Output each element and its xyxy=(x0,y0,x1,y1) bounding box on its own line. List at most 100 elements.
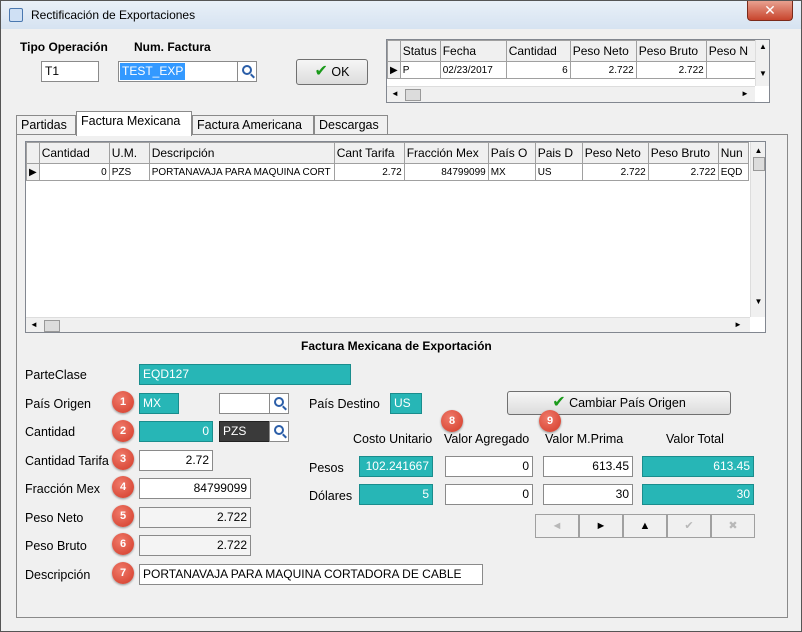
dolares-valor-mprima[interactable]: 30 xyxy=(543,484,633,505)
tab-partidas[interactable]: Partidas xyxy=(16,115,76,135)
tipo-operacion-input[interactable]: T1 xyxy=(41,61,99,82)
cantidad-tarifa-input[interactable]: 2.72 xyxy=(139,450,213,471)
scroll-thumb[interactable] xyxy=(405,89,421,101)
num-factura-search-button[interactable] xyxy=(237,61,257,82)
pais-d-cell[interactable]: US xyxy=(534,163,583,181)
descripcion-cell[interactable]: PORTANAVAJA PARA MAQUINA CORT xyxy=(148,163,335,181)
badge-2: 2 xyxy=(112,420,134,442)
peso-bruto-input[interactable]: 2.722 xyxy=(139,535,251,556)
nav-first-button[interactable]: ◄ xyxy=(535,514,579,538)
dolares-costo-unitario[interactable]: 5 xyxy=(359,484,433,505)
items-col-descripcion[interactable]: Descripción xyxy=(148,142,335,164)
nav-cancel-button[interactable]: ✖ xyxy=(711,514,755,538)
search-icon xyxy=(274,397,284,407)
row-indicator-header xyxy=(26,142,40,164)
pais-origen-search-button[interactable] xyxy=(269,393,289,414)
scroll-left-icon[interactable]: ◄ xyxy=(391,89,399,98)
items-vscroll[interactable]: ▲ ▼ xyxy=(750,142,765,317)
descripcion-input[interactable]: PORTANAVAJA PARA MAQUINA CORTADORA DE CA… xyxy=(139,564,483,585)
cantidad-tarifa-label: Cantidad Tarifa xyxy=(25,454,109,468)
app-window: Rectificación de Exportaciones ✕ Tipo Op… xyxy=(0,0,802,632)
items-col-cantidad[interactable]: Cantidad xyxy=(38,142,110,164)
items-col-cant-tarifa[interactable]: Cant Tarifa xyxy=(333,142,405,164)
items-hscroll[interactable]: ◄ ► xyxy=(26,317,750,332)
status-hscroll[interactable]: ◄ ► xyxy=(387,86,755,102)
items-col-peso-neto[interactable]: Peso Neto xyxy=(581,142,649,164)
row-pointer-icon: ▶ xyxy=(26,163,40,181)
items-col-pais-d[interactable]: Pais D xyxy=(534,142,583,164)
cantidad-input[interactable]: 0 xyxy=(139,421,213,442)
pesos-costo-unitario[interactable]: 102.241667 xyxy=(359,456,433,477)
dolares-valor-agregado[interactable]: 0 xyxy=(445,484,533,505)
scroll-up-icon[interactable]: ▲ xyxy=(751,146,765,155)
peso-bruto-label: Peso Bruto xyxy=(25,539,87,553)
row-indicator-header xyxy=(387,40,401,62)
num-cell[interactable]: EQD xyxy=(717,163,749,181)
status-col-cantidad[interactable]: Cantidad xyxy=(505,40,571,62)
status-vscroll[interactable]: ▲ ▼ xyxy=(755,40,769,86)
tab-factura-mexicana[interactable]: Factura Mexicana xyxy=(76,111,192,136)
scroll-thumb[interactable] xyxy=(752,157,765,171)
scroll-right-icon[interactable]: ► xyxy=(741,89,749,98)
pesos-valor-mprima[interactable]: 613.45 xyxy=(543,456,633,477)
ok-button[interactable]: ✔ OK xyxy=(296,59,368,85)
status-col-peso-bruto[interactable]: Peso Bruto xyxy=(635,40,707,62)
nav-confirm-button[interactable]: ✔ xyxy=(667,514,711,538)
app-icon xyxy=(9,8,23,22)
items-col-peso-bruto[interactable]: Peso Bruto xyxy=(647,142,719,164)
badge-6: 6 xyxy=(112,533,134,555)
pais-destino-input[interactable]: US xyxy=(390,393,422,414)
items-grid[interactable]: Cantidad U.M. Descripción Cant Tarifa Fr… xyxy=(25,141,766,333)
pais-origen-search-input[interactable] xyxy=(219,393,271,414)
parteclase-label: ParteClase xyxy=(25,368,87,382)
items-col-pais-o[interactable]: País O xyxy=(487,142,536,164)
nav-next-button[interactable]: ► xyxy=(579,514,623,538)
scroll-left-icon[interactable]: ◄ xyxy=(30,320,38,329)
pais-o-cell[interactable]: MX xyxy=(487,163,536,181)
nav-up-button[interactable]: ▲ xyxy=(623,514,667,538)
um-search-button[interactable] xyxy=(269,421,289,442)
items-row[interactable]: ▶ 0 PZS PORTANAVAJA PARA MAQUINA CORT 2.… xyxy=(26,163,749,181)
peso-bruto-cell[interactable]: 2.722 xyxy=(635,61,707,79)
peso-neto-input[interactable]: 2.722 xyxy=(139,507,251,528)
cambiar-pais-origen-button[interactable]: ✔ Cambiar País Origen xyxy=(507,391,731,415)
items-col-num[interactable]: Nun xyxy=(717,142,749,164)
pesos-valor-total[interactable]: 613.45 xyxy=(642,456,754,477)
tab-descargas[interactable]: Descargas xyxy=(314,115,388,135)
cant-tarifa-cell[interactable]: 2.72 xyxy=(333,163,405,181)
status-col-peso-neto[interactable]: Peso Neto xyxy=(569,40,637,62)
tab-factura-americana[interactable]: Factura Americana xyxy=(192,115,314,135)
first-icon: ◄ xyxy=(551,520,563,532)
num-factura-input[interactable]: TEST_EXP xyxy=(118,61,238,82)
scroll-down-icon[interactable]: ▼ xyxy=(756,69,769,78)
um-cell[interactable]: PZS xyxy=(108,163,150,181)
fraccion-mex-input[interactable]: 84799099 xyxy=(139,478,251,499)
parteclase-input[interactable]: EQD127 xyxy=(139,364,351,385)
cantidad-cell[interactable]: 6 xyxy=(505,61,571,79)
status-col-fecha[interactable]: Fecha xyxy=(439,40,507,62)
scroll-right-icon[interactable]: ► xyxy=(734,320,742,329)
um-input[interactable]: PZS xyxy=(219,421,271,442)
badge-7: 7 xyxy=(112,562,134,584)
cantidad-cell[interactable]: 0 xyxy=(38,163,110,181)
pesos-valor-agregado[interactable]: 0 xyxy=(445,456,533,477)
status-cell[interactable]: P xyxy=(399,61,441,79)
peso-neto-cell[interactable]: 2.722 xyxy=(569,61,637,79)
scroll-thumb[interactable] xyxy=(44,320,60,332)
dolares-valor-total[interactable]: 30 xyxy=(642,484,754,505)
items-col-um[interactable]: U.M. xyxy=(108,142,150,164)
pais-origen-input[interactable]: MX xyxy=(139,393,179,414)
cantidad-label: Cantidad xyxy=(25,425,76,439)
status-row[interactable]: ▶ P 02/23/2017 6 2.722 2.722 xyxy=(387,61,767,79)
peso-neto-cell[interactable]: 2.722 xyxy=(581,163,649,181)
search-icon xyxy=(274,425,284,435)
fecha-cell[interactable]: 02/23/2017 xyxy=(439,61,507,79)
fraccion-mex-cell[interactable]: 84799099 xyxy=(403,163,489,181)
scroll-down-icon[interactable]: ▼ xyxy=(751,297,765,306)
close-button[interactable]: ✕ xyxy=(747,1,793,21)
items-col-fraccion-mex[interactable]: Fracción Mex xyxy=(403,142,489,164)
status-col-status[interactable]: Status xyxy=(399,40,441,62)
scroll-up-icon[interactable]: ▲ xyxy=(756,42,769,51)
peso-bruto-cell[interactable]: 2.722 xyxy=(647,163,719,181)
status-grid[interactable]: Status Fecha Cantidad Peso Neto Peso Bru… xyxy=(386,39,770,103)
